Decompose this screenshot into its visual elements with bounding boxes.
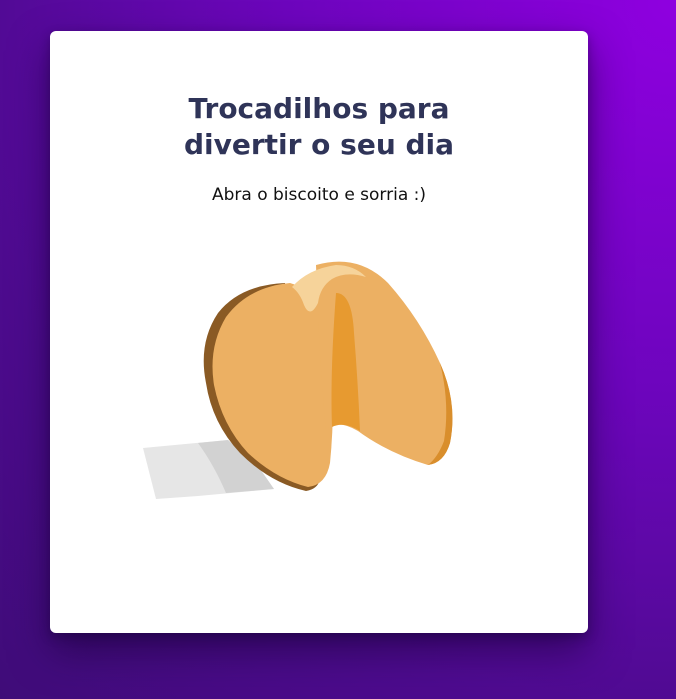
title-line-1: Trocadilhos para (188, 92, 450, 125)
subtitle: Abra o biscoito e sorria :) (211, 185, 427, 205)
fortune-cookie-icon (143, 261, 453, 499)
title-line-2: divertir o seu dia (183, 128, 455, 161)
card: Trocadilhos para divertir o seu dia Abra… (50, 31, 588, 633)
fortune-cookie-button[interactable] (140, 253, 460, 503)
page-title: Trocadilhos para divertir o seu dia (50, 91, 588, 163)
